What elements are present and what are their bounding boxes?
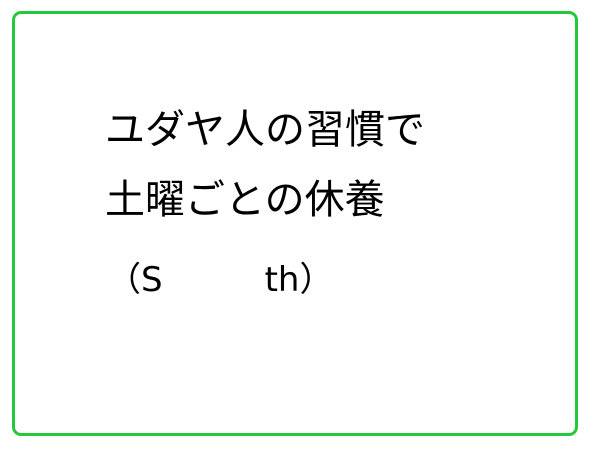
text-card bbox=[12, 11, 578, 436]
card-text-line-3-hint: （S th） bbox=[107, 260, 334, 300]
card-text-line-2: 土曜ごとの休養 bbox=[105, 177, 385, 223]
card-text-line-1: ユダヤ人の習慣で bbox=[105, 107, 425, 153]
